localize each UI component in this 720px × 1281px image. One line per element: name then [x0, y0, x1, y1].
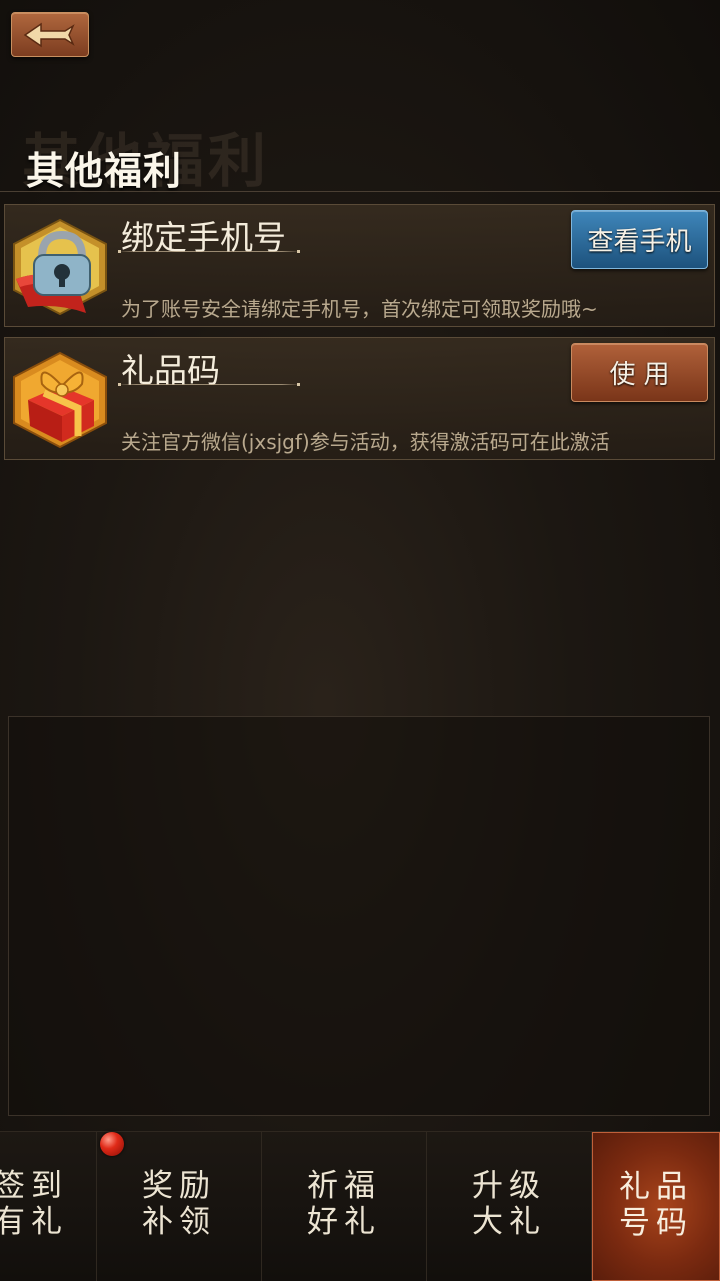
page-title: 其他福利	[26, 148, 183, 193]
gift-icon	[13, 351, 107, 449]
tab-reward-claim[interactable]: 奖励 补领	[97, 1132, 262, 1281]
tab-sign-in[interactable]: 签到 有礼	[0, 1132, 97, 1281]
tab-blessing[interactable]: 祈福 好礼	[262, 1132, 427, 1281]
item-description: 关注官方微信(jxsjgf)参与活动，获得激活码可在此激活	[121, 430, 610, 454]
content-panel	[8, 716, 710, 1116]
lock-icon	[13, 218, 107, 316]
use-code-button[interactable]: 使用	[571, 343, 708, 402]
section-header: 其他福利 其他福利	[0, 110, 720, 195]
list-item-gift-code: 礼品码 关注官方微信(jxsjgf)参与活动，获得激活码可在此激活 使用	[4, 337, 715, 460]
title-underline	[118, 383, 300, 386]
back-button[interactable]	[11, 12, 89, 57]
tab-label: 签到 有礼	[0, 1168, 68, 1240]
tab-label: 升级 大礼	[472, 1168, 546, 1240]
tab-gift-code[interactable]: 礼品 号码	[592, 1132, 720, 1281]
view-phone-button[interactable]: 查看手机	[571, 210, 708, 269]
tab-level-up[interactable]: 升级 大礼	[427, 1132, 592, 1281]
tab-label: 礼品 号码	[619, 1169, 693, 1241]
title-divider	[0, 191, 720, 192]
list-item-bind-phone: 绑定手机号 为了账号安全请绑定手机号，首次绑定可领取奖励哦~ 查看手机	[4, 204, 715, 327]
notification-badge	[100, 1132, 124, 1156]
item-description: 为了账号安全请绑定手机号，首次绑定可领取奖励哦~	[121, 297, 598, 321]
back-arrow-icon	[23, 22, 75, 47]
tab-label: 祈福 好礼	[307, 1168, 381, 1240]
title-underline	[118, 250, 300, 253]
tab-label: 奖励 补领	[142, 1168, 216, 1240]
